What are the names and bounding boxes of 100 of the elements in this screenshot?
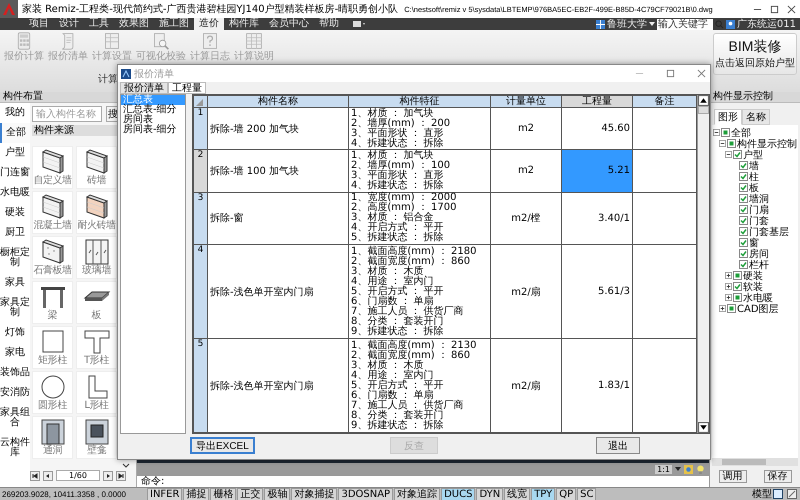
checkbox[interactable] xyxy=(739,172,748,181)
row-header[interactable]: 4 xyxy=(194,244,208,339)
checkbox[interactable] xyxy=(739,161,748,170)
status-toggle[interactable]: TPY xyxy=(531,488,556,500)
column-header[interactable]: 计量单位 xyxy=(490,96,562,108)
tree-item[interactable]: 户型 xyxy=(743,148,763,162)
tree-item[interactable]: 软装 xyxy=(743,280,763,294)
category-tab[interactable]: 全部 xyxy=(0,123,30,143)
layout-icon[interactable] xyxy=(787,489,797,499)
category-tab[interactable]: 硬装 xyxy=(0,203,30,223)
component-tile[interactable]: 圆形柱 xyxy=(32,371,73,414)
menu-tab[interactable]: 工具 xyxy=(84,18,114,30)
checkbox[interactable] xyxy=(739,260,748,269)
category-tab[interactable]: 家具定制 xyxy=(0,293,30,323)
chevron-down-icon[interactable] xyxy=(122,463,130,469)
checkbox[interactable] xyxy=(727,139,736,148)
tree-item[interactable]: 门套基层 xyxy=(749,224,789,238)
checkbox[interactable] xyxy=(733,293,742,302)
checkbox[interactable] xyxy=(733,282,742,291)
dialog-tab[interactable]: 报价清单 xyxy=(120,82,168,94)
checkbox[interactable] xyxy=(739,249,748,258)
row-header[interactable]: 2 xyxy=(194,150,208,192)
menu-tab[interactable]: 构件库 xyxy=(224,18,264,30)
checkbox[interactable] xyxy=(733,271,742,280)
row-header[interactable]: 1 xyxy=(194,108,208,150)
category-tab[interactable]: 户型 xyxy=(0,143,30,163)
status-toggle[interactable]: INFER xyxy=(147,488,182,500)
category-tab[interactable]: 厨卫 xyxy=(0,223,30,243)
menu-tab[interactable]: 会员中心 xyxy=(264,18,314,30)
checkbox[interactable] xyxy=(727,304,736,313)
category-tab[interactable]: 灯饰 xyxy=(0,323,30,343)
scroll-up-icon[interactable] xyxy=(698,95,709,106)
maximize-icon[interactable] xyxy=(770,4,779,14)
column-header[interactable]: 工程量 xyxy=(562,96,632,108)
model-tab[interactable]: 模型 xyxy=(752,487,772,500)
checkbox[interactable] xyxy=(739,183,748,192)
panel-button[interactable]: 调用 xyxy=(718,470,746,483)
checkbox[interactable] xyxy=(739,205,748,214)
component-tile[interactable]: 耐火砖墙 xyxy=(76,191,117,234)
collapse-icon[interactable] xyxy=(719,140,726,147)
status-toggle[interactable]: 3DOSNAP xyxy=(338,488,394,500)
tree-item[interactable]: 水电暖 xyxy=(743,290,773,304)
component-tile[interactable]: 梁 xyxy=(32,281,73,324)
component-tile[interactable]: 板 xyxy=(76,281,117,324)
display-icon[interactable] xyxy=(352,20,366,28)
tree-item[interactable]: 房间 xyxy=(749,246,769,260)
tree-item[interactable]: 门扇 xyxy=(749,202,769,216)
status-toggle[interactable]: DUCS xyxy=(441,488,476,500)
tree-item[interactable]: 全部 xyxy=(731,126,751,140)
status-toggle[interactable]: 对象追踪 xyxy=(394,488,440,500)
report-list-item[interactable]: 房间表 xyxy=(121,115,185,125)
panel-tab[interactable]: 图形 xyxy=(714,109,742,125)
status-toggle[interactable]: DYN xyxy=(476,488,504,500)
status-toggle[interactable]: 线宽 xyxy=(504,488,530,500)
user-name[interactable]: 广东统运011 xyxy=(736,17,796,31)
category-tab[interactable]: 我的 xyxy=(0,103,30,123)
horizontal-scrollbar[interactable] xyxy=(712,458,798,466)
user-icon[interactable] xyxy=(726,20,735,28)
tree-item[interactable]: CAD图层 xyxy=(737,302,779,316)
checkbox[interactable] xyxy=(739,194,748,203)
status-toggle[interactable]: 对象捕捉 xyxy=(291,488,338,500)
dialog-button[interactable]: 退出 xyxy=(596,437,640,454)
caret-down-icon[interactable] xyxy=(648,22,655,26)
category-tab[interactable]: 橱柜定制 xyxy=(0,243,30,273)
row-header[interactable]: 3 xyxy=(194,192,208,245)
tree-item[interactable]: 门套 xyxy=(749,214,769,228)
previous-page-icon[interactable] xyxy=(43,470,53,480)
row-header[interactable]: 5 xyxy=(194,338,208,432)
component-tile[interactable]: 石膏板墙 xyxy=(32,236,73,279)
status-toggle[interactable]: SC xyxy=(577,488,596,500)
component-tile[interactable]: 自定义墙 xyxy=(32,146,73,189)
collapse-icon[interactable] xyxy=(725,151,732,158)
status-toggle[interactable]: QP xyxy=(556,488,576,500)
annotation-scale[interactable]: 1:1 xyxy=(655,464,672,474)
first-page-icon[interactable] xyxy=(30,470,40,480)
collapse-icon[interactable] xyxy=(713,129,720,136)
bim-button[interactable]: BIM装修 点击返回原始户型 xyxy=(713,33,797,75)
category-tab[interactable]: 安消防 xyxy=(0,383,30,403)
status-toggle[interactable]: 捕捉 xyxy=(183,488,210,500)
last-page-icon[interactable] xyxy=(116,470,126,480)
category-tab[interactable]: 装饰品 xyxy=(0,363,30,383)
tree-item[interactable]: 柱 xyxy=(749,170,759,184)
status-toggle[interactable]: 极轴 xyxy=(264,488,290,500)
component-tile[interactable]: 混凝土墙 xyxy=(32,191,73,234)
next-page-icon[interactable] xyxy=(103,470,113,480)
maximize-icon[interactable] xyxy=(666,69,675,78)
column-header[interactable]: 构件特征 xyxy=(348,96,490,108)
menu-tab[interactable]: 帮助 xyxy=(314,18,344,30)
menu-tab[interactable]: 效果图 xyxy=(114,18,154,30)
checkbox[interactable] xyxy=(739,216,748,225)
caret-down-icon[interactable] xyxy=(675,467,681,471)
close-icon[interactable] xyxy=(697,69,706,78)
menu-tab[interactable]: 施工图 xyxy=(154,18,194,30)
checkbox[interactable] xyxy=(721,128,730,137)
component-tile[interactable]: 通洞 xyxy=(32,416,73,459)
school-dropdown[interactable]: 鲁班大学 xyxy=(606,17,647,31)
tree-item[interactable]: 墙 xyxy=(749,158,759,172)
component-tile[interactable]: 壁龛 xyxy=(76,416,117,459)
component-tile[interactable]: 砖墙 xyxy=(76,146,117,189)
component-tile[interactable]: L形柱 xyxy=(76,371,117,414)
